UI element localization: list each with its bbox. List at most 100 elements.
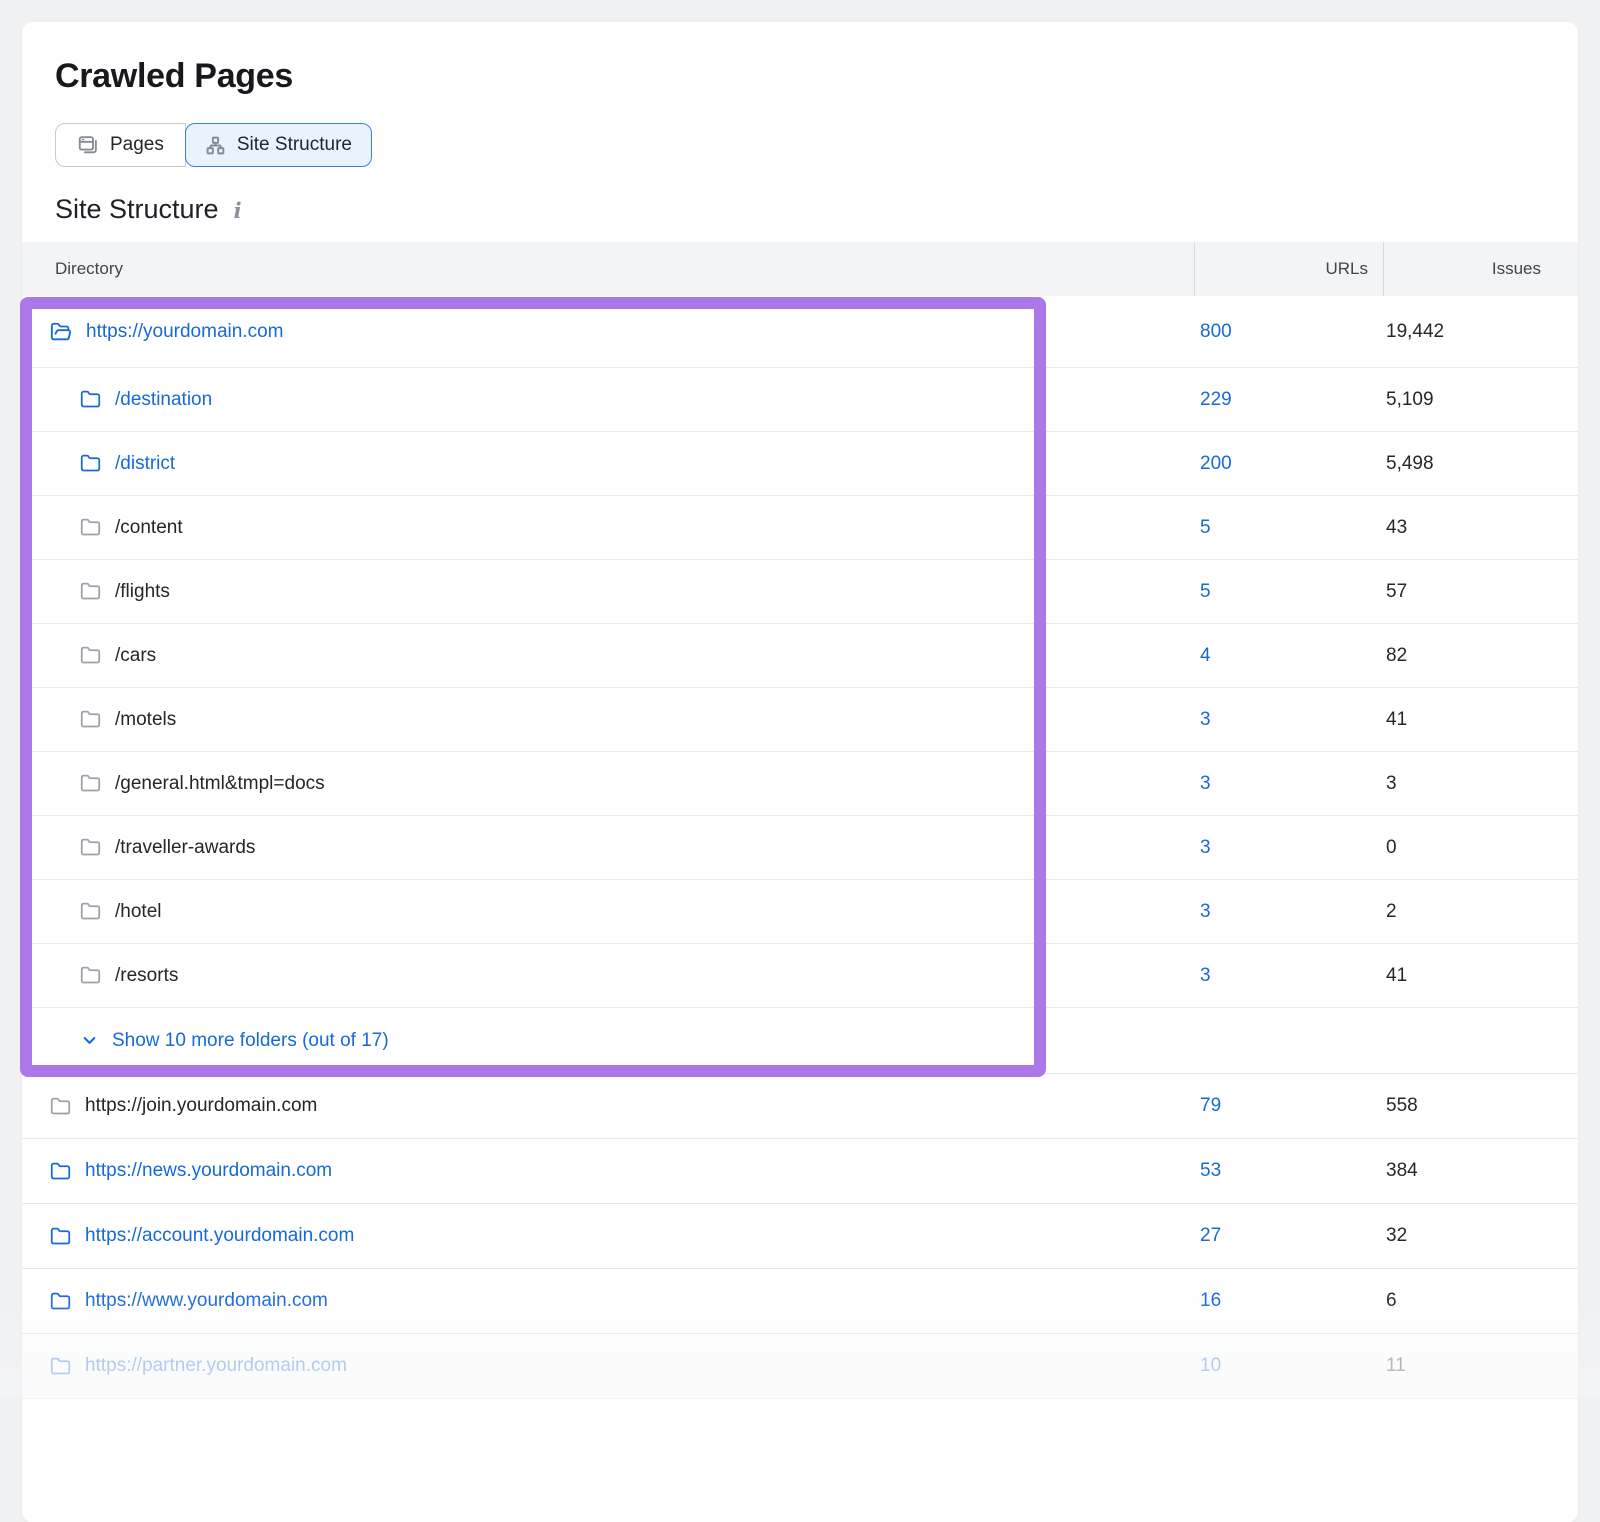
chevron-down-icon	[80, 1031, 99, 1050]
folder-icon	[50, 1096, 71, 1117]
directory-label: /traveller-awards	[115, 837, 255, 859]
directory-cell: https://join.yourdomain.com	[22, 1095, 1194, 1117]
issues-value: 384	[1383, 1160, 1578, 1182]
directory-label[interactable]: https://www.yourdomain.com	[85, 1290, 328, 1312]
urls-value[interactable]: 4	[1194, 645, 1383, 667]
directory-cell: /general.html&tmpl=docs	[22, 773, 1194, 795]
table-row: /hotel 3 2	[22, 880, 1578, 944]
site-structure-toggle-button[interactable]: Site Structure	[185, 123, 372, 167]
pages-toggle-label: Pages	[110, 134, 164, 156]
directory-label: /hotel	[115, 901, 161, 923]
table-row: /traveller-awards 3 0	[22, 816, 1578, 880]
directory-label[interactable]: /destination	[115, 389, 212, 411]
directory-cell: /content	[22, 517, 1194, 539]
column-header-directory: Directory	[22, 242, 1194, 296]
directory-cell: /cars	[22, 645, 1194, 667]
issues-value: 6	[1383, 1290, 1578, 1312]
folder-icon	[80, 517, 101, 538]
urls-value[interactable]: 27	[1194, 1225, 1383, 1247]
urls-value[interactable]: 5	[1194, 517, 1383, 539]
directory-label: /resorts	[115, 965, 178, 987]
crawled-pages-card: Crawled Pages Pages	[22, 22, 1578, 1522]
issues-value: 32	[1383, 1225, 1578, 1247]
directory-cell: https://news.yourdomain.com	[22, 1160, 1194, 1182]
site-structure-table: Directory URLs Issues https://yourdomain…	[22, 242, 1578, 1399]
table-row: /cars 4 82	[22, 624, 1578, 688]
folder-icon	[80, 645, 101, 666]
directory-cell: /flights	[22, 581, 1194, 603]
urls-value[interactable]: 5	[1194, 581, 1383, 603]
issues-value: 0	[1383, 837, 1578, 859]
issues-value: 41	[1383, 709, 1578, 731]
urls-value[interactable]: 3	[1194, 773, 1383, 795]
folder-icon	[80, 581, 101, 602]
folder-icon	[50, 1161, 71, 1182]
sitemap-icon	[205, 135, 226, 156]
directory-cell: /destination	[22, 389, 1194, 411]
urls-value[interactable]: 3	[1194, 901, 1383, 923]
table-row: /flights 5 57	[22, 560, 1578, 624]
directory-label[interactable]: https://news.yourdomain.com	[85, 1160, 332, 1182]
column-header-urls: URLs	[1194, 242, 1383, 296]
directory-cell: /traveller-awards	[22, 837, 1194, 859]
urls-value[interactable]: 3	[1194, 837, 1383, 859]
folder-icon	[80, 389, 101, 410]
issues-value: 43	[1383, 517, 1578, 539]
urls-value[interactable]: 10	[1194, 1355, 1383, 1377]
issues-value: 558	[1383, 1095, 1578, 1117]
issues-value: 19,442	[1383, 321, 1578, 343]
table-header: Directory URLs Issues	[22, 242, 1578, 296]
urls-value[interactable]: 200	[1194, 453, 1383, 475]
urls-value[interactable]: 3	[1194, 709, 1383, 731]
directory-cell: https://www.yourdomain.com	[22, 1290, 1194, 1312]
issues-value: 3	[1383, 773, 1578, 795]
show-more-row[interactable]: Show 10 more folders (out of 17)	[22, 1008, 1578, 1074]
directory-label[interactable]: https://yourdomain.com	[86, 321, 283, 343]
table-row: /destination 229 5,109	[22, 368, 1578, 432]
folder-icon	[80, 453, 101, 474]
issues-value: 5,109	[1383, 389, 1578, 411]
folder-icon	[50, 1356, 71, 1377]
info-icon[interactable]: i	[234, 198, 242, 223]
folder-icon	[80, 837, 101, 858]
directory-cell: /motels	[22, 709, 1194, 731]
directory-label: /cars	[115, 645, 156, 667]
directory-label[interactable]: https://account.yourdomain.com	[85, 1225, 354, 1247]
urls-value[interactable]: 16	[1194, 1290, 1383, 1312]
urls-value[interactable]: 53	[1194, 1160, 1383, 1182]
pages-icon	[77, 134, 99, 156]
table-row: https://news.yourdomain.com 53 384	[22, 1139, 1578, 1204]
directory-cell: https://account.yourdomain.com	[22, 1225, 1194, 1247]
pages-toggle-button[interactable]: Pages	[55, 123, 186, 167]
directory-cell: /hotel	[22, 901, 1194, 923]
page-title: Crawled Pages	[55, 55, 1578, 97]
section-title: Site Structure	[55, 194, 219, 225]
folder-icon	[50, 1291, 71, 1312]
urls-value[interactable]: 229	[1194, 389, 1383, 411]
table-row: /resorts 3 41	[22, 944, 1578, 1008]
urls-value[interactable]: 3	[1194, 965, 1383, 987]
table-row: /content 5 43	[22, 496, 1578, 560]
directory-label: /general.html&tmpl=docs	[115, 773, 325, 795]
section-header: Site Structure i	[55, 194, 1578, 225]
folder-icon	[80, 709, 101, 730]
directory-cell: https://partner.yourdomain.com	[22, 1355, 1194, 1377]
view-toggle: Pages Site Structure	[55, 123, 372, 167]
directory-label: /content	[115, 517, 183, 539]
directory-label[interactable]: https://partner.yourdomain.com	[85, 1355, 347, 1377]
table-row: https://account.yourdomain.com 27 32	[22, 1204, 1578, 1269]
folder-icon	[80, 773, 101, 794]
directory-cell: /resorts	[22, 965, 1194, 987]
page-background: Crawled Pages Pages	[0, 0, 1600, 1397]
issues-value: 82	[1383, 645, 1578, 667]
issues-value: 11	[1383, 1355, 1578, 1377]
folder-open-icon	[50, 321, 72, 343]
urls-value[interactable]: 79	[1194, 1095, 1383, 1117]
issues-value: 41	[1383, 965, 1578, 987]
directory-label[interactable]: /district	[115, 453, 175, 475]
urls-value[interactable]: 800	[1194, 321, 1383, 343]
show-more-label[interactable]: Show 10 more folders (out of 17)	[112, 1030, 389, 1052]
table-row: https://yourdomain.com 800 19,442	[22, 296, 1578, 368]
column-header-issues: Issues	[1383, 242, 1578, 296]
issues-value: 2	[1383, 901, 1578, 923]
